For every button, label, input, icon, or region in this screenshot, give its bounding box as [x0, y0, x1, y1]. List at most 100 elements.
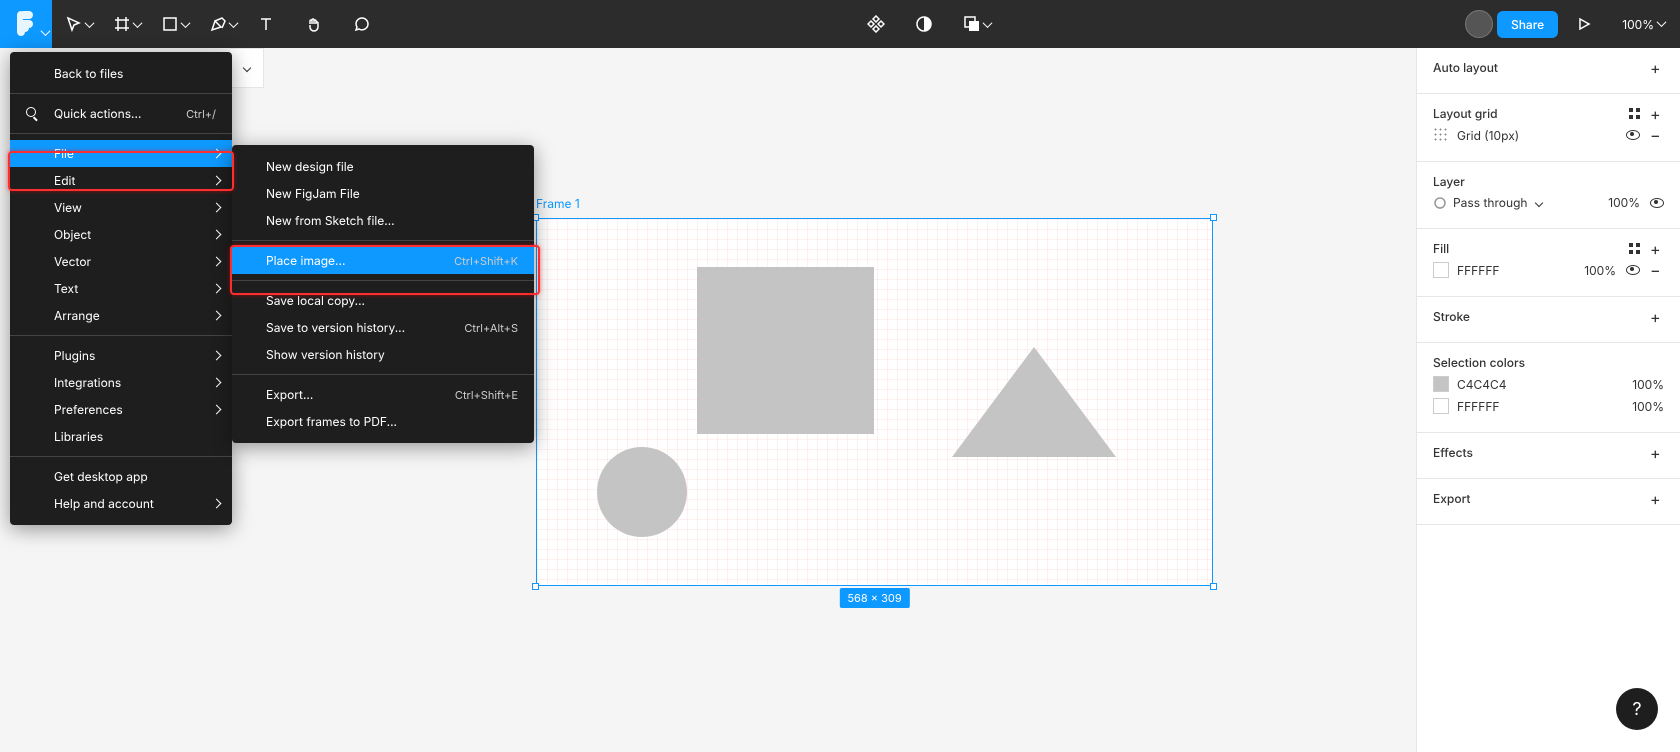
menu-plugins[interactable]: Plugins [10, 342, 232, 369]
submenu-export-pdf[interactable]: Export frames to PDF... [232, 408, 534, 435]
layer-label: Layer [1433, 174, 1465, 189]
menu-file[interactable]: File [10, 140, 232, 167]
chevron-down-icon [1658, 20, 1666, 28]
selection-handle[interactable] [1210, 583, 1217, 590]
layout-grid-label: Layout grid [1433, 106, 1498, 121]
submenu-new-sketch[interactable]: New from Sketch file... [232, 207, 534, 234]
blend-mode[interactable]: Pass through [1453, 195, 1528, 210]
menu-separator [232, 374, 534, 375]
chevron-down-icon [984, 21, 992, 29]
avatar[interactable] [1465, 10, 1493, 38]
menu-preferences[interactable]: Preferences [10, 396, 232, 423]
menu-quick-actions[interactable]: Quick actions...Ctrl+/ [10, 100, 232, 127]
frame-label[interactable]: Frame 1 [536, 196, 580, 211]
menu-desktop-app[interactable]: Get desktop app [10, 463, 232, 490]
design-panel: Auto layout Layout grid Grid (10px) Laye… [1416, 48, 1680, 752]
layers-tab-chevron[interactable] [230, 48, 264, 88]
menu-text[interactable]: Text [10, 275, 232, 302]
top-toolbar: Share 100% [0, 0, 1680, 48]
submenu-save-local[interactable]: Save local copy... [232, 287, 534, 314]
share-button[interactable]: Share [1497, 11, 1558, 38]
plus-icon[interactable] [1650, 242, 1664, 256]
menu-arrange[interactable]: Arrange [10, 302, 232, 329]
ellipse-shape[interactable] [597, 447, 687, 537]
plus-icon[interactable] [1650, 310, 1664, 324]
chevron-down-icon [1534, 198, 1542, 206]
sel-color-1-hex[interactable]: C4C4C4 [1457, 377, 1507, 392]
submenu-new-design[interactable]: New design file [232, 153, 534, 180]
submenu-place-image[interactable]: Place image...Ctrl+Shift+K [232, 247, 534, 274]
menu-separator [10, 456, 232, 457]
grid-styles-icon[interactable] [1629, 108, 1640, 119]
frame-box[interactable] [536, 218, 1213, 586]
mask-icon[interactable] [902, 8, 946, 40]
grid-swatch-icon[interactable] [1433, 127, 1449, 143]
submenu-export[interactable]: Export...Ctrl+Shift+E [232, 381, 534, 408]
plus-icon[interactable] [1650, 107, 1664, 121]
eye-icon[interactable] [1626, 130, 1640, 140]
submenu-new-figjam[interactable]: New FigJam File [232, 180, 534, 207]
present-button[interactable] [1562, 8, 1606, 40]
components-icon[interactable] [854, 8, 898, 40]
menu-integrations[interactable]: Integrations [10, 369, 232, 396]
minus-icon[interactable] [1650, 128, 1664, 142]
zoom-control[interactable]: 100% [1622, 17, 1666, 32]
triangle-shape[interactable] [952, 347, 1116, 457]
menu-help[interactable]: Help and account [10, 490, 232, 517]
plus-icon[interactable] [1650, 61, 1664, 75]
menu-object[interactable]: Object [10, 221, 232, 248]
menu-libraries[interactable]: Libraries [10, 423, 232, 450]
selection-colors-label: Selection colors [1433, 355, 1525, 370]
plus-icon[interactable] [1650, 492, 1664, 506]
chevron-down-icon [86, 21, 94, 29]
chevron-down-icon [42, 29, 50, 37]
submenu-show-history[interactable]: Show version history [232, 341, 534, 368]
sel-color-2-hex[interactable]: FFFFFF [1457, 399, 1500, 414]
sel-color-2-pct[interactable]: 100% [1632, 399, 1664, 414]
menu-separator [232, 240, 534, 241]
style-icon[interactable] [1629, 243, 1640, 254]
plus-icon[interactable] [1650, 446, 1664, 460]
menu-separator [10, 335, 232, 336]
grid-value[interactable]: Grid (10px) [1457, 128, 1519, 143]
figma-menu-button[interactable] [0, 0, 52, 48]
auto-layout-label: Auto layout [1433, 60, 1498, 75]
dimensions-badge: 568 × 309 [839, 588, 909, 608]
export-label: Export [1433, 491, 1471, 506]
boolean-icon[interactable] [950, 8, 994, 40]
menu-separator [10, 133, 232, 134]
menu-vector[interactable]: Vector [10, 248, 232, 275]
hand-tool[interactable] [292, 8, 336, 40]
menu-view[interactable]: View [10, 194, 232, 221]
shape-tool[interactable] [148, 8, 192, 40]
color-swatch[interactable] [1433, 262, 1449, 278]
chevron-down-icon [182, 21, 190, 29]
menu-edit[interactable]: Edit [10, 167, 232, 194]
frame[interactable]: Frame 1 568 × 309 [536, 218, 1213, 586]
chevron-down-icon [230, 21, 238, 29]
eye-icon[interactable] [1626, 265, 1640, 275]
file-submenu: New design file New FigJam File New from… [232, 145, 534, 443]
submenu-save-version[interactable]: Save to version history...Ctrl+Alt+S [232, 314, 534, 341]
menu-back-to-files[interactable]: Back to files [10, 60, 232, 87]
eye-icon[interactable] [1650, 198, 1664, 208]
minus-icon[interactable] [1650, 263, 1664, 277]
sel-color-1-pct[interactable]: 100% [1632, 377, 1664, 392]
main-menu: Back to files Quick actions...Ctrl+/ Fil… [10, 52, 232, 525]
color-swatch[interactable] [1433, 376, 1449, 392]
stroke-label: Stroke [1433, 309, 1470, 324]
color-swatch[interactable] [1433, 398, 1449, 414]
selection-handle[interactable] [532, 583, 539, 590]
pen-tool[interactable] [196, 8, 240, 40]
fill-opacity[interactable]: 100% [1584, 263, 1616, 278]
frame-tool[interactable] [100, 8, 144, 40]
comment-tool[interactable] [340, 8, 384, 40]
selection-handle[interactable] [1210, 214, 1217, 221]
text-tool[interactable] [244, 8, 288, 40]
help-button[interactable]: ? [1616, 688, 1658, 730]
effects-label: Effects [1433, 445, 1473, 460]
opacity-value[interactable]: 100% [1608, 195, 1640, 210]
rectangle-shape[interactable] [697, 267, 874, 434]
fill-hex[interactable]: FFFFFF [1457, 263, 1500, 278]
move-tool[interactable] [52, 8, 96, 40]
